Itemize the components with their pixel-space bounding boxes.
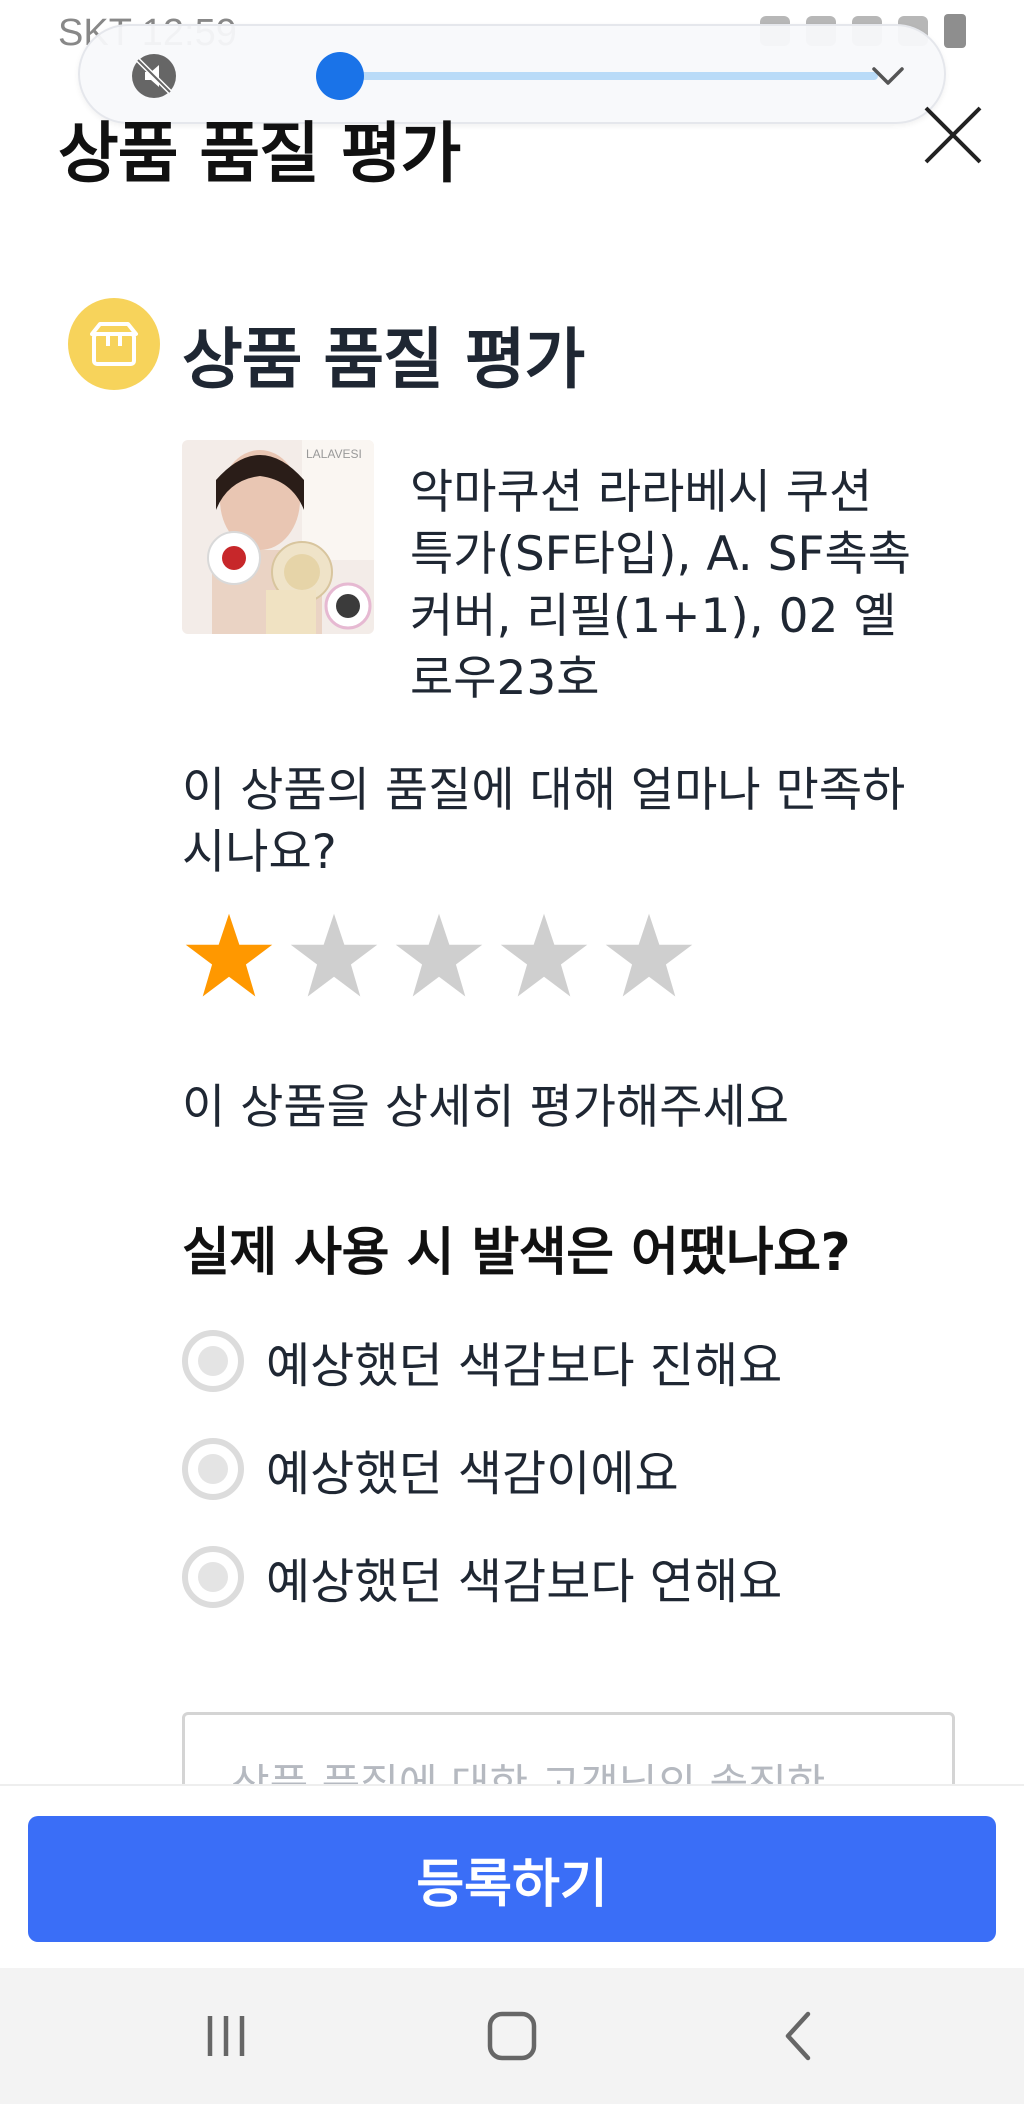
option-label: 예상했던 색감보다 진해요 bbox=[266, 1338, 783, 1394]
option-label: 예상했던 색감이에요 bbox=[266, 1446, 679, 1502]
radio-button[interactable] bbox=[182, 1546, 244, 1608]
star-icon-5[interactable] bbox=[602, 910, 696, 1004]
radio-button[interactable] bbox=[182, 1438, 244, 1500]
section-title: 상품 품질 평가 bbox=[182, 321, 585, 398]
color-option-darker[interactable]: 예상했던 색감보다 진해요 bbox=[182, 1326, 782, 1396]
color-option-as-expected[interactable]: 예상했던 색감이에요 bbox=[182, 1434, 679, 1504]
star-icon-1[interactable] bbox=[182, 910, 276, 1004]
chevron-down-icon[interactable] bbox=[866, 54, 910, 98]
radio-button[interactable] bbox=[182, 1330, 244, 1392]
battery-icon bbox=[944, 14, 966, 48]
star-rating[interactable] bbox=[182, 910, 696, 1004]
back-icon[interactable] bbox=[770, 2006, 830, 2066]
recent-apps-icon[interactable] bbox=[198, 2006, 258, 2066]
volume-slider-track[interactable] bbox=[318, 72, 878, 80]
bottom-action-bar: 등록하기 bbox=[0, 1784, 1024, 1968]
color-option-lighter[interactable]: 예상했던 색감보다 연해요 bbox=[182, 1542, 782, 1612]
star-icon-4[interactable] bbox=[497, 910, 591, 1004]
submit-button[interactable]: 등록하기 bbox=[28, 1816, 996, 1942]
volume-slider-thumb[interactable] bbox=[316, 52, 365, 100]
page-title: 상품 품질 평가 bbox=[58, 115, 461, 192]
close-icon[interactable] bbox=[918, 100, 988, 170]
star-icon-2[interactable] bbox=[287, 910, 381, 1004]
star-icon-3[interactable] bbox=[392, 910, 486, 1004]
product-image: LALAVESI bbox=[182, 440, 374, 634]
color-question-title: 실제 사용 시 발색은 어땠나요? bbox=[182, 1223, 851, 1283]
box-icon bbox=[68, 298, 160, 390]
detail-prompt: 이 상품을 상세히 평가해주세요 bbox=[182, 1080, 789, 1135]
option-label: 예상했던 색감보다 연해요 bbox=[266, 1554, 783, 1610]
sound-off-icon[interactable] bbox=[128, 50, 180, 102]
rating-question: 이 상품의 품질에 대해 얼마나 만족하시나요? bbox=[182, 763, 906, 880]
product-image-brand-text: LALAVESI bbox=[306, 447, 362, 461]
product-name: 악마쿠션 라라베시 쿠션 특가(SF타입), A. SF촉촉커버, 리필(1+1… bbox=[410, 465, 911, 706]
home-icon[interactable] bbox=[482, 2006, 542, 2066]
system-nav-bar bbox=[0, 1968, 1024, 2104]
